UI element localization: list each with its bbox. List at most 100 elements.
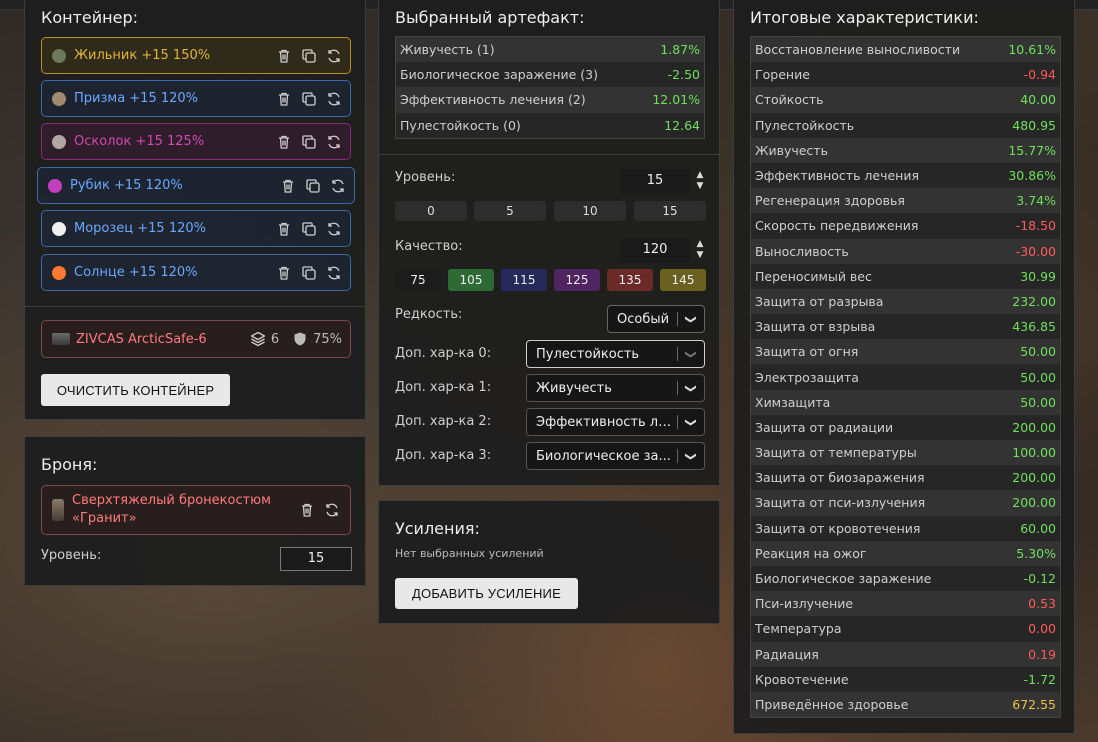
quality-input[interactable]: 120 (620, 238, 690, 262)
stat-row: Пси-излучение 0.53 (751, 591, 1060, 617)
copy-icon[interactable] (301, 265, 317, 281)
trash-icon[interactable] (280, 178, 296, 194)
stat-row: Выносливость -30.00 (751, 238, 1060, 264)
armor-title: Броня: (41, 455, 98, 474)
artifact-name: Рубик +15 120% (70, 178, 183, 193)
artifact-icon (52, 265, 66, 280)
copy-icon[interactable] (301, 221, 317, 237)
refresh-icon[interactable] (326, 221, 342, 237)
refresh-icon[interactable] (326, 265, 342, 281)
stat-value: -2.50 (667, 67, 700, 83)
armor-level-input[interactable]: 15 (280, 547, 352, 571)
extra-stat-select[interactable]: Пулестойкость ❯ (526, 340, 705, 368)
stat-row: Живучесть 15.77% (751, 137, 1060, 163)
artifact-row[interactable]: Осколок +15 125% (41, 123, 351, 160)
selected-stats-table: Живучесть (1) 1.87% Биологическое заражени… (395, 36, 705, 139)
stat-value: 50.00 (1020, 394, 1056, 410)
chevron-down-icon: ❯ (684, 314, 698, 324)
stat-row: Биологическое заражение -0.12 (751, 565, 1060, 592)
trash-icon[interactable] (276, 221, 292, 237)
quality-preset-button[interactable]: 105 (448, 269, 494, 291)
artifact-icon (52, 91, 66, 106)
artifact-icon (52, 48, 66, 63)
artifact-row[interactable]: Призма +15 120% (41, 80, 351, 117)
level-preset-button[interactable]: 15 (634, 201, 706, 221)
quality-preset-button[interactable]: 75 (395, 269, 441, 291)
level-input[interactable]: 15 (620, 169, 690, 193)
quality-preset-button[interactable]: 125 (554, 269, 600, 291)
artifact-row[interactable]: Рубик +15 120% (37, 167, 355, 204)
stat-row: Переносимый вес 30.99 (751, 263, 1060, 289)
trash-icon[interactable] (276, 265, 292, 281)
artifact-row[interactable]: Морозец +15 120% (41, 210, 351, 247)
refresh-icon[interactable] (326, 91, 342, 107)
stat-row: Эффективность лечения (2) 12.01% (396, 87, 704, 113)
artifact-name: Призма +15 120% (74, 91, 199, 106)
copy-icon[interactable] (305, 178, 321, 194)
stat-label: Регенерация здоровья (755, 193, 905, 209)
stat-label: Защита от пси-излучения (755, 495, 926, 511)
stat-value: 1.87% (660, 42, 700, 58)
trash-icon[interactable] (276, 134, 292, 150)
extra-stat-select[interactable]: Эффективность ле... ❯ (526, 408, 705, 436)
stat-value: 12.01% (652, 92, 700, 108)
trash-icon[interactable] (276, 91, 292, 107)
add-upgrade-button[interactable]: ДОБАВИТЬ УСИЛЕНИЕ (395, 578, 578, 609)
selected-title: Выбранный артефакт: (395, 8, 585, 27)
level-label: Уровень: (395, 170, 456, 185)
level-preset-button[interactable]: 10 (554, 201, 626, 221)
container-title: Контейнер: (41, 8, 139, 27)
stat-label: Защита от температуры (755, 445, 917, 461)
level-preset-button[interactable]: 0 (395, 201, 467, 221)
stat-label: Эффективность лечения (755, 168, 920, 184)
selected-artifact-panel: Выбранный артефакт: Живучесть (1) 1.87% Би… (378, 0, 720, 486)
copy-icon[interactable] (301, 48, 317, 64)
upgrades-title: Усиления: (395, 519, 480, 538)
stat-label: Биологическое заражение (3) (400, 67, 599, 83)
extra-stat-label: Доп. хар-ка 0: (395, 346, 492, 361)
selected-divider (379, 154, 719, 155)
stat-label: Защита от взрыва (755, 319, 876, 335)
rarity-select[interactable]: Особый ❯ (607, 305, 705, 333)
artifact-row[interactable]: Солнце +15 120% (41, 254, 351, 291)
stat-row: Защита от взрыва 436.85 (751, 314, 1060, 340)
clear-container-button[interactable]: ОЧИСТИТЬ КОНТЕЙНЕР (41, 374, 230, 406)
refresh-icon[interactable] (326, 134, 342, 150)
safe-slots: 6 (270, 331, 280, 347)
quality-spinner-arrows[interactable]: ▲ ▼ (695, 239, 705, 261)
stat-row: Химзащита 50.00 (751, 389, 1060, 415)
stat-label: Защита от кровотечения (755, 520, 921, 536)
stat-label: Кровотечение (755, 671, 849, 687)
stat-row: Электрозащита 50.00 (751, 364, 1060, 390)
refresh-icon[interactable] (326, 48, 342, 64)
level-preset-button[interactable]: 5 (474, 201, 546, 221)
rarity-label: Редкость: (395, 307, 463, 322)
extra-stat-select[interactable]: Биологическое за... ❯ (526, 442, 705, 470)
copy-icon[interactable] (301, 134, 317, 150)
stat-label: Химзащита (755, 394, 831, 410)
copy-icon[interactable] (301, 91, 317, 107)
refresh-icon[interactable] (330, 178, 346, 194)
trash-icon[interactable] (276, 48, 292, 64)
refresh-icon[interactable] (324, 502, 340, 518)
stat-value: -0.94 (1023, 67, 1056, 83)
armor-row[interactable]: Сверхтяжелый бронекостюм «Гранит» (41, 485, 351, 535)
extra-stat-select[interactable]: Живучесть ❯ (526, 374, 705, 402)
armor-name-line2: «Гранит» (72, 511, 137, 526)
trash-icon[interactable] (299, 502, 315, 518)
level-spinner-arrows[interactable]: ▲ ▼ (695, 170, 705, 192)
stat-row: Защита от разрыва 232.00 (751, 288, 1060, 315)
quality-preset-button[interactable]: 115 (501, 269, 547, 291)
stat-value: 3.74% (1016, 193, 1056, 209)
quality-preset-button[interactable]: 145 (660, 269, 706, 291)
extra-stat-value: Эффективность ле... (536, 414, 677, 430)
quality-preset-button[interactable]: 135 (607, 269, 653, 291)
container-safe-row[interactable]: ZIVCAS ArcticSafe-6 6 75% (41, 320, 351, 358)
chevron-down-icon: ❯ (684, 349, 698, 359)
stat-value: 30.86% (1008, 168, 1056, 184)
stat-label: Биологическое заражение (755, 571, 932, 587)
armor-name-line1: Сверхтяжелый бронекостюм (72, 493, 271, 508)
artifact-row[interactable]: Жильник +15 150% (41, 37, 351, 74)
chevron-down-icon: ❯ (684, 417, 698, 427)
stat-value: 12.64 (664, 117, 700, 133)
